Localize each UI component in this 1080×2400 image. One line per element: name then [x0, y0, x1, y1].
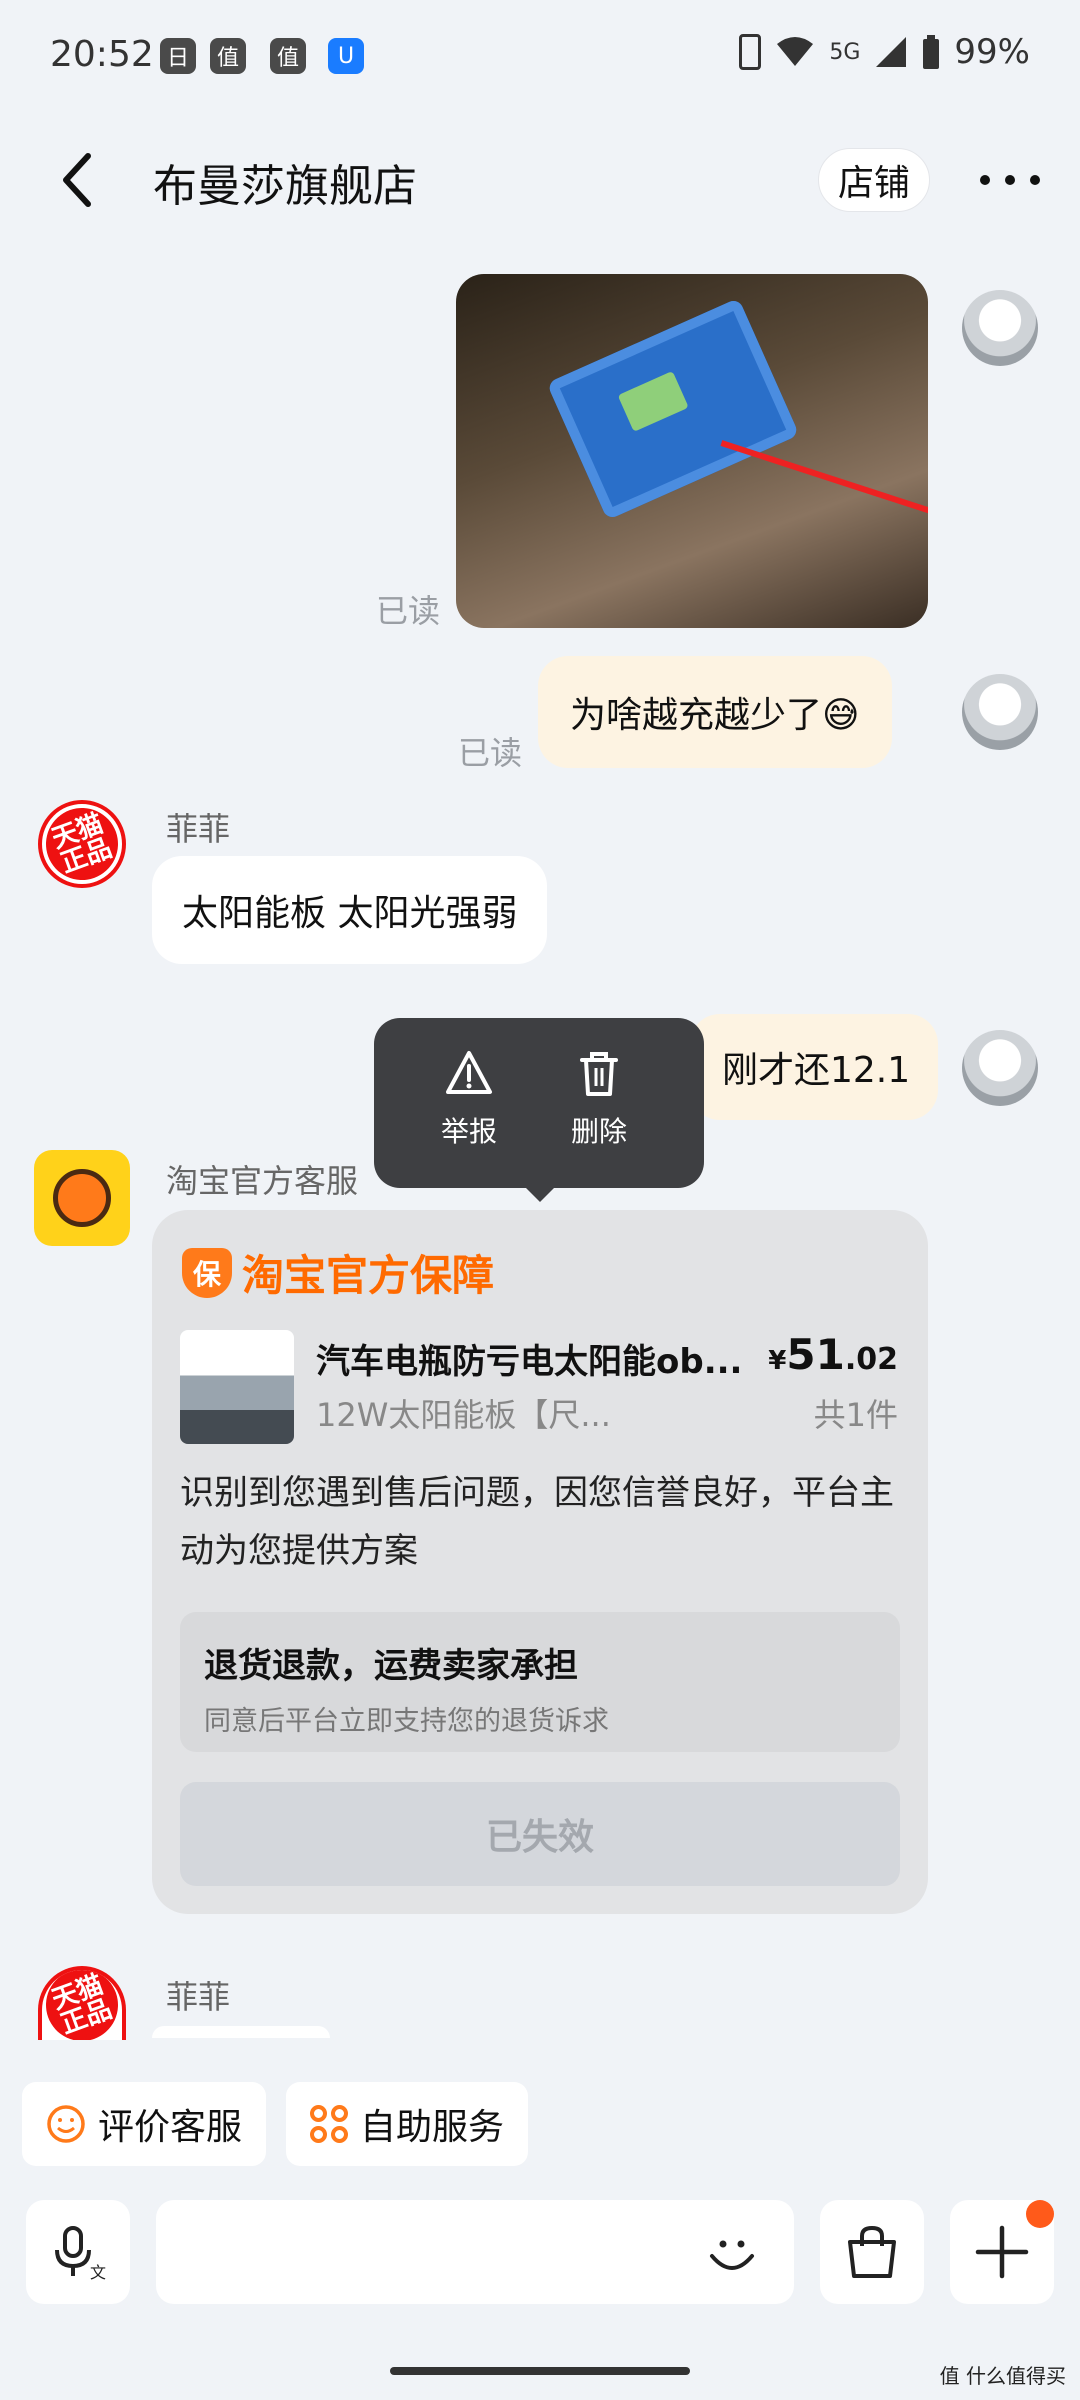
tmall-avatar[interactable]: 天猫 正品 [38, 1966, 126, 2040]
store-button[interactable]: 店铺 [818, 148, 930, 212]
shopping-bag-button[interactable] [820, 2200, 924, 2304]
message-input[interactable] [156, 2200, 794, 2304]
tmall-avatar[interactable]: 天猫 正品 [35, 797, 129, 891]
smile-icon [47, 2105, 85, 2143]
signal-icon [876, 37, 907, 67]
wifi-icon [777, 37, 814, 66]
guarantee-card[interactable]: 保 淘宝官方保障 汽车电瓶防亏电太阳能ob... ¥51.02 12W太阳能板【… [152, 1210, 928, 1914]
read-receipt: 已读 [458, 734, 523, 772]
notification-icon: 值 [270, 38, 306, 74]
product-title: 汽车电瓶防亏电太阳能ob... [316, 1342, 743, 1382]
expired-button: 已失效 [180, 1782, 900, 1886]
notification-icon: 日 [160, 38, 196, 74]
self-service-button[interactable]: 自助服务 [286, 2082, 529, 2166]
voice-input-button[interactable]: 文 [26, 2200, 130, 2304]
refund-option[interactable]: 退货退款，运费卖家承担 同意后平台立即支持您的退货诉求 [180, 1612, 900, 1752]
other-message-bubble[interactable] [152, 2026, 330, 2038]
product-thumbnail[interactable] [180, 1330, 294, 1444]
taobao-service-avatar[interactable] [34, 1150, 130, 1246]
sent-image-message[interactable] [456, 274, 928, 628]
home-indicator[interactable] [390, 2367, 690, 2375]
sender-name: 菲菲 [166, 810, 231, 848]
battery-level: 99% [954, 32, 1030, 72]
shield-icon: 保 [182, 1247, 232, 1298]
my-avatar[interactable] [962, 674, 1038, 750]
status-right: 5G 99% [739, 32, 1030, 72]
notification-icon: 值 [210, 38, 246, 74]
trash-icon [580, 1052, 618, 1096]
my-message-bubble[interactable]: 刚才还12.1 [690, 1014, 939, 1120]
emoji-icon[interactable] [704, 2226, 760, 2282]
warning-icon [446, 1051, 492, 1094]
product-quantity: 共1件 [813, 1396, 898, 1434]
nfc-icon [739, 34, 762, 70]
shopping-bag-icon [848, 2225, 896, 2278]
battery-icon [923, 35, 940, 69]
my-avatar[interactable] [962, 290, 1038, 366]
report-menu-item[interactable]: 举报 [414, 1048, 524, 1150]
app-notification-icon: U [328, 38, 364, 74]
other-message-bubble[interactable]: 太阳能板 太阳光强弱 [152, 856, 548, 964]
delete-menu-item[interactable]: 删除 [544, 1048, 654, 1150]
more-options-icon[interactable] [980, 160, 1040, 200]
my-message-bubble[interactable]: 为啥越充越少了😅 [538, 656, 892, 768]
watermark: 值 什么值得买 [939, 2364, 1066, 2388]
back-arrow-icon[interactable] [58, 150, 98, 210]
page-title: 布曼莎旗舰店 [153, 161, 417, 212]
guarantee-logo: 保 淘宝官方保障 [182, 1242, 494, 1303]
grid-icon [310, 2105, 348, 2143]
my-avatar[interactable] [962, 1030, 1038, 1106]
sender-name: 淘宝官方客服 [166, 1162, 359, 1200]
microphone-icon: 文 [55, 2226, 106, 2282]
svg-text:文: 文 [90, 2263, 106, 2282]
sender-name: 菲菲 [166, 1978, 231, 2016]
plus-icon [975, 2225, 1029, 2279]
product-price: ¥51.02 [768, 1330, 898, 1379]
card-description: 识别到您遇到售后问题，因您信誉良好，平台主动为您提供方案 [180, 1473, 894, 1571]
read-receipt: 已读 [376, 592, 441, 630]
network-type: 5G [829, 39, 861, 65]
rate-service-button[interactable]: 评价客服 [22, 2082, 267, 2166]
status-time: 20:52 [50, 34, 154, 75]
product-spec: 12W太阳能板【尺... [316, 1396, 611, 1434]
notification-dot [1026, 2200, 1054, 2228]
message-context-menu: 举报 删除 [374, 1018, 704, 1202]
